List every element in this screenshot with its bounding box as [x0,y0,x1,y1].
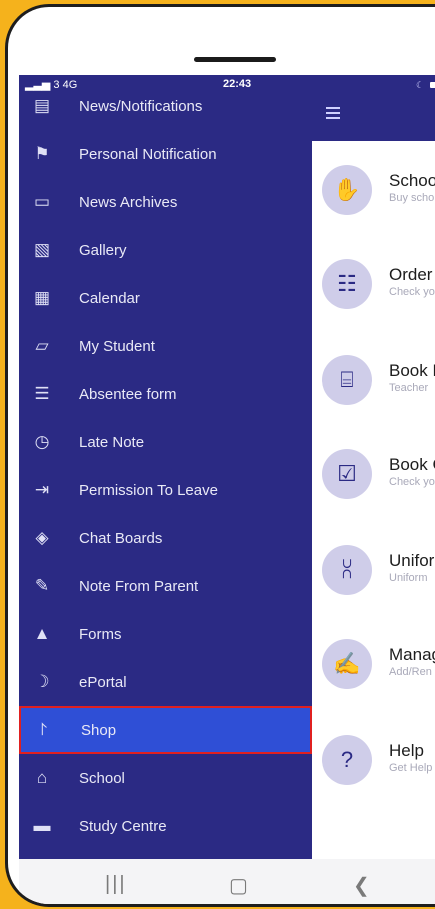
portal-icon: ☽ [34,672,50,691]
shop-list-item[interactable]: ☑ Book C Check yo [322,449,435,513]
sidebar-item-label: Late Note [79,433,145,451]
sidebar-item-label: Permission To Leave [79,481,218,499]
sidebar-item-permission-to-leave[interactable]: ⇥ Permission To Leave [19,466,312,514]
shop-list-item[interactable]: ✋ Schoo Buy scho [322,165,435,229]
screen: ▂▃▅ 3 4G 22:43 ▤ News/Notifications ⚑ Perso… [19,75,435,859]
shop-page: ☾ ✋ Schoo Buy scho ☷ Order Check yo ⌸ Book L Tea… [312,75,435,859]
shop-header: ☾ [312,75,435,141]
clock-icon: ◷ [34,432,50,451]
shop-item-subtitle: Teacher [389,382,429,394]
form-icon: ☰ [34,384,50,403]
sidebar-item-label: Shop [81,721,117,739]
sidebar-item-label: Chat Boards [79,529,163,547]
sidebar-item-personal-notification[interactable]: ⚑ Personal Notification [19,130,312,178]
shop-item-title: Schoo [389,171,435,190]
shirt-icon: ⩆ [322,545,372,595]
shop-list-item[interactable]: ? Help Get Help [322,735,435,799]
hamburger-menu-icon[interactable] [326,107,340,119]
chat-icon: ◈ [35,528,49,547]
sidebar-item-label: News/Notifications [79,97,203,115]
sidebar-item-label: News Archives [79,193,178,211]
do-not-disturb-icon: ☾ [416,80,425,90]
sidebar-item-label: My Student [79,337,155,355]
shop-item-title: Order [389,265,433,284]
sidebar-item-chat-boards[interactable]: ◈ Chat Boards [19,514,312,562]
note-icon: ✎ [34,576,50,595]
sidebar-item-my-student[interactable]: ▱ My Student [19,322,312,370]
sidebar-item-note-from-parent[interactable]: ✎ Note From Parent [19,562,312,610]
sidebar-item-label: Study Centre [79,817,167,835]
navigation-drawer: ▂▃▅ 3 4G 22:43 ▤ News/Notifications ⚑ Perso… [19,75,312,859]
student-icon: ▱ [35,336,49,355]
help-icon: ? [322,735,372,785]
sidebar-item-gallery[interactable]: ▧ Gallery [19,226,312,274]
sidebar-item-eportal[interactable]: ☽ ePortal [19,658,312,706]
news-icon: ▤ [33,96,51,115]
folder-icon: ▭ [33,192,51,211]
sidebar-item-study-centre[interactable]: ▬ Study Centre [19,802,312,850]
sidebar-item-news-archives[interactable]: ▭ News Archives [19,178,312,226]
sidebar-item-absentee-form[interactable]: ☰ Absentee form [19,370,312,418]
sidebar-item-label: Gallery [79,241,127,259]
sidebar-item-calendar[interactable]: ▦ Calendar [19,274,312,322]
shop-item-subtitle: Add/Ren [389,666,432,678]
study-icon: ▬ [33,816,51,835]
battery-icon [430,82,435,88]
speaker-bar [194,57,276,62]
book-icon: ⌸ [322,355,372,405]
hand-card-icon: ✋ [322,165,372,215]
recent-apps-icon[interactable]: ||| [105,873,127,896]
system-nav-bar: ||| ▢ ❮ [19,859,435,904]
book-check-icon: ☑ [322,449,372,499]
sidebar-item-label: Absentee form [79,385,177,403]
sidebar-item-label: ePortal [79,673,127,691]
sidebar-item-label: Forms [79,625,122,643]
calendar-icon: ▦ [33,288,51,307]
shop-item-title: Book C [389,455,435,474]
shop-item-subtitle: Get Help [389,762,433,774]
image-icon: ▧ [33,240,51,259]
sidebar-item-label: Calendar [79,289,140,307]
shop-item-title: Unifor [389,551,435,570]
shop-list-item[interactable]: ⌸ Book L Teacher [322,355,435,419]
sidebar-item-label: Personal Notification [79,145,217,163]
shop-item-subtitle: Uniform [389,572,428,584]
exit-icon: ⇥ [34,480,50,499]
sidebar-item-label: Note From Parent [79,577,199,595]
sidebar-item-label: School [79,769,125,787]
shop-item-subtitle: Check yo [389,476,435,488]
sidebar-item-shop[interactable]: ⨡ Shop [19,706,312,754]
shop-list-item[interactable]: ✍ Manag Add/Ren [322,639,435,703]
sidebar-item-late-note[interactable]: ◷ Late Note [19,418,312,466]
receipt-icon: ☷ [322,259,372,309]
cart-icon: ⨡ [40,720,48,739]
shop-item-title: Help [389,741,424,760]
sidebar-item-school[interactable]: ⌂ School [19,754,312,802]
bell-icon: ⚑ [34,144,50,163]
back-icon[interactable]: ❮ [353,873,370,898]
sidebar-item-news-notifications[interactable]: ▤ News/Notifications [19,82,312,130]
shop-item-title: Manag [389,645,435,664]
phone-frame: ▂▃▅ 3 4G 22:43 ▤ News/Notifications ⚑ Perso… [5,4,435,907]
shop-list-item[interactable]: ☷ Order Check yo [322,259,435,323]
shop-item-title: Book L [389,361,435,380]
sidebar-item-forms[interactable]: ▲ Forms [19,610,312,658]
forms-icon: ▲ [33,624,51,643]
home-icon[interactable]: ▢ [229,873,248,898]
shop-list-item[interactable]: ⩆ Unifor Uniform [322,545,435,609]
card-hand-icon: ✍ [322,639,372,689]
shop-item-subtitle: Check yo [389,286,435,298]
school-icon: ⌂ [36,768,48,787]
shop-item-subtitle: Buy scho [389,192,435,204]
